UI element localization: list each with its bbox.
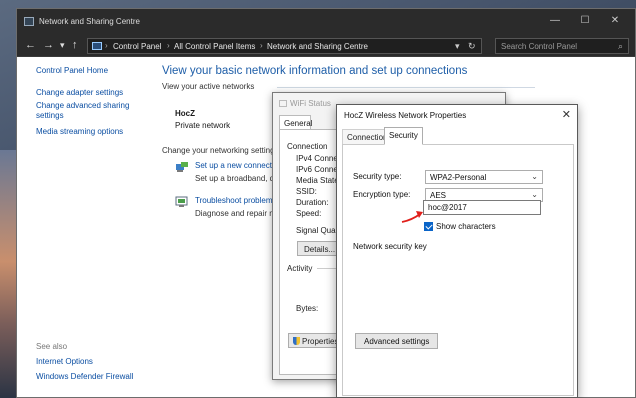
bytes-label: Bytes: <box>296 304 319 313</box>
close-icon[interactable]: ✕ <box>562 108 571 121</box>
desktop-background <box>0 150 16 398</box>
tab-security[interactable]: Security <box>384 127 423 145</box>
security-panel: Security type: WPA2-Personal ⌄ Encryptio… <box>342 144 574 396</box>
page-title: View your basic network information and … <box>162 65 468 77</box>
media-state-label: Media State: <box>296 176 341 185</box>
encryption-type-label: Encryption type: <box>353 190 411 199</box>
task-desc-setup-connection: Set up a broadband, di <box>195 174 276 183</box>
search-input[interactable] <box>496 39 611 54</box>
new-connection-icon <box>176 162 188 172</box>
close-button[interactable]: ✕ <box>609 15 621 27</box>
change-settings-label: Change your networking settings <box>162 146 279 155</box>
forward-arrow-icon[interactable]: → <box>43 39 54 51</box>
network-window-icon <box>24 17 34 26</box>
address-row: ← → ▾ ↑ › Control Panel › All Control Pa… <box>17 35 635 57</box>
network-type: Private network <box>175 121 231 130</box>
see-also-label: See also <box>36 342 68 351</box>
up-arrow-icon[interactable]: ↑ <box>72 39 78 51</box>
task-desc-troubleshoot: Diagnose and repair ne <box>195 209 279 218</box>
activity-label: Activity <box>287 264 313 273</box>
connection-label: Connection <box>287 142 328 151</box>
show-characters-checkbox[interactable] <box>424 222 433 231</box>
search-box[interactable]: ⌕ <box>495 38 629 54</box>
sidebar-item-change-adapter-settings[interactable]: Change adapter settings <box>36 88 123 98</box>
window-title: Network and Sharing Centre <box>39 17 140 26</box>
properties-title: HocZ Wireless Network Properties <box>344 111 467 120</box>
breadcrumb-separator: › <box>167 41 170 50</box>
left-pane: Control Panel Home Change adapter settin… <box>17 57 157 397</box>
control-panel-icon <box>92 42 102 50</box>
task-link-troubleshoot[interactable]: Troubleshoot problems <box>195 196 277 205</box>
troubleshoot-icon <box>175 196 188 207</box>
annotation-arrow-icon <box>401 211 423 223</box>
breadcrumb-all-items[interactable]: All Control Panel Items <box>174 42 255 51</box>
breadcrumb-control-panel[interactable]: Control Panel <box>113 42 161 51</box>
task-link-setup-connection[interactable]: Set up a new connectio <box>195 161 278 170</box>
security-type-label: Security type: <box>353 172 402 181</box>
title-bar: Network and Sharing Centre — ☐ ✕ <box>17 9 635 35</box>
chevron-down-icon: ⌄ <box>531 172 538 181</box>
speed-label: Speed: <box>296 209 322 218</box>
properties-button-label: Properties <box>302 337 339 346</box>
breadcrumb-separator: › <box>260 41 263 50</box>
section-divider <box>277 87 535 88</box>
sidebar-item-media-streaming[interactable]: Media streaming options <box>36 127 123 137</box>
sidebar-item-windows-defender-firewall[interactable]: Windows Defender Firewall <box>36 372 133 382</box>
sidebar-item-internet-options[interactable]: Internet Options <box>36 357 93 367</box>
wifi-status-window-icon <box>279 100 287 107</box>
address-dropdown-icon[interactable]: ▾ <box>455 41 460 52</box>
security-type-select[interactable]: WPA2-Personal ⌄ <box>425 170 543 184</box>
refresh-icon[interactable]: ↻ <box>468 41 476 52</box>
advanced-settings-button[interactable]: Advanced settings <box>355 333 439 349</box>
sidebar-item-change-advanced-sharing[interactable]: Change advanced sharing settings <box>36 101 141 121</box>
address-bar[interactable]: › Control Panel › All Control Panel Item… <box>87 38 482 54</box>
maximize-button[interactable]: ☐ <box>579 15 591 27</box>
tab-general[interactable]: General <box>279 115 312 130</box>
wifi-status-title: WiFi Status <box>279 99 331 108</box>
show-characters-label: Show characters <box>436 222 496 231</box>
search-icon[interactable]: ⌕ <box>618 41 623 52</box>
network-key-label: Network security key <box>353 242 427 251</box>
recent-locations-chevron-icon[interactable]: ▾ <box>60 39 65 51</box>
ssid-label: SSID: <box>296 187 317 196</box>
network-name: HocZ <box>175 109 195 118</box>
back-arrow-icon[interactable]: ← <box>25 39 36 51</box>
security-type-value: WPA2-Personal <box>430 173 487 182</box>
chevron-down-icon: ⌄ <box>531 190 538 199</box>
duration-label: Duration: <box>296 198 329 207</box>
encryption-type-value: AES <box>430 191 447 200</box>
breadcrumb-network-sharing-centre[interactable]: Network and Sharing Centre <box>267 42 368 51</box>
network-key-field[interactable] <box>423 200 541 215</box>
active-networks-label: View your active networks <box>162 82 255 91</box>
minimize-button[interactable]: — <box>549 15 561 27</box>
wifi-status-title-text: WiFi Status <box>290 99 331 108</box>
wireless-properties-dialog: HocZ Wireless Network Properties ✕ Conne… <box>336 104 578 398</box>
breadcrumb-separator: › <box>105 41 108 50</box>
sidebar-item-control-panel-home[interactable]: Control Panel Home <box>36 66 108 76</box>
shield-icon <box>293 337 300 345</box>
